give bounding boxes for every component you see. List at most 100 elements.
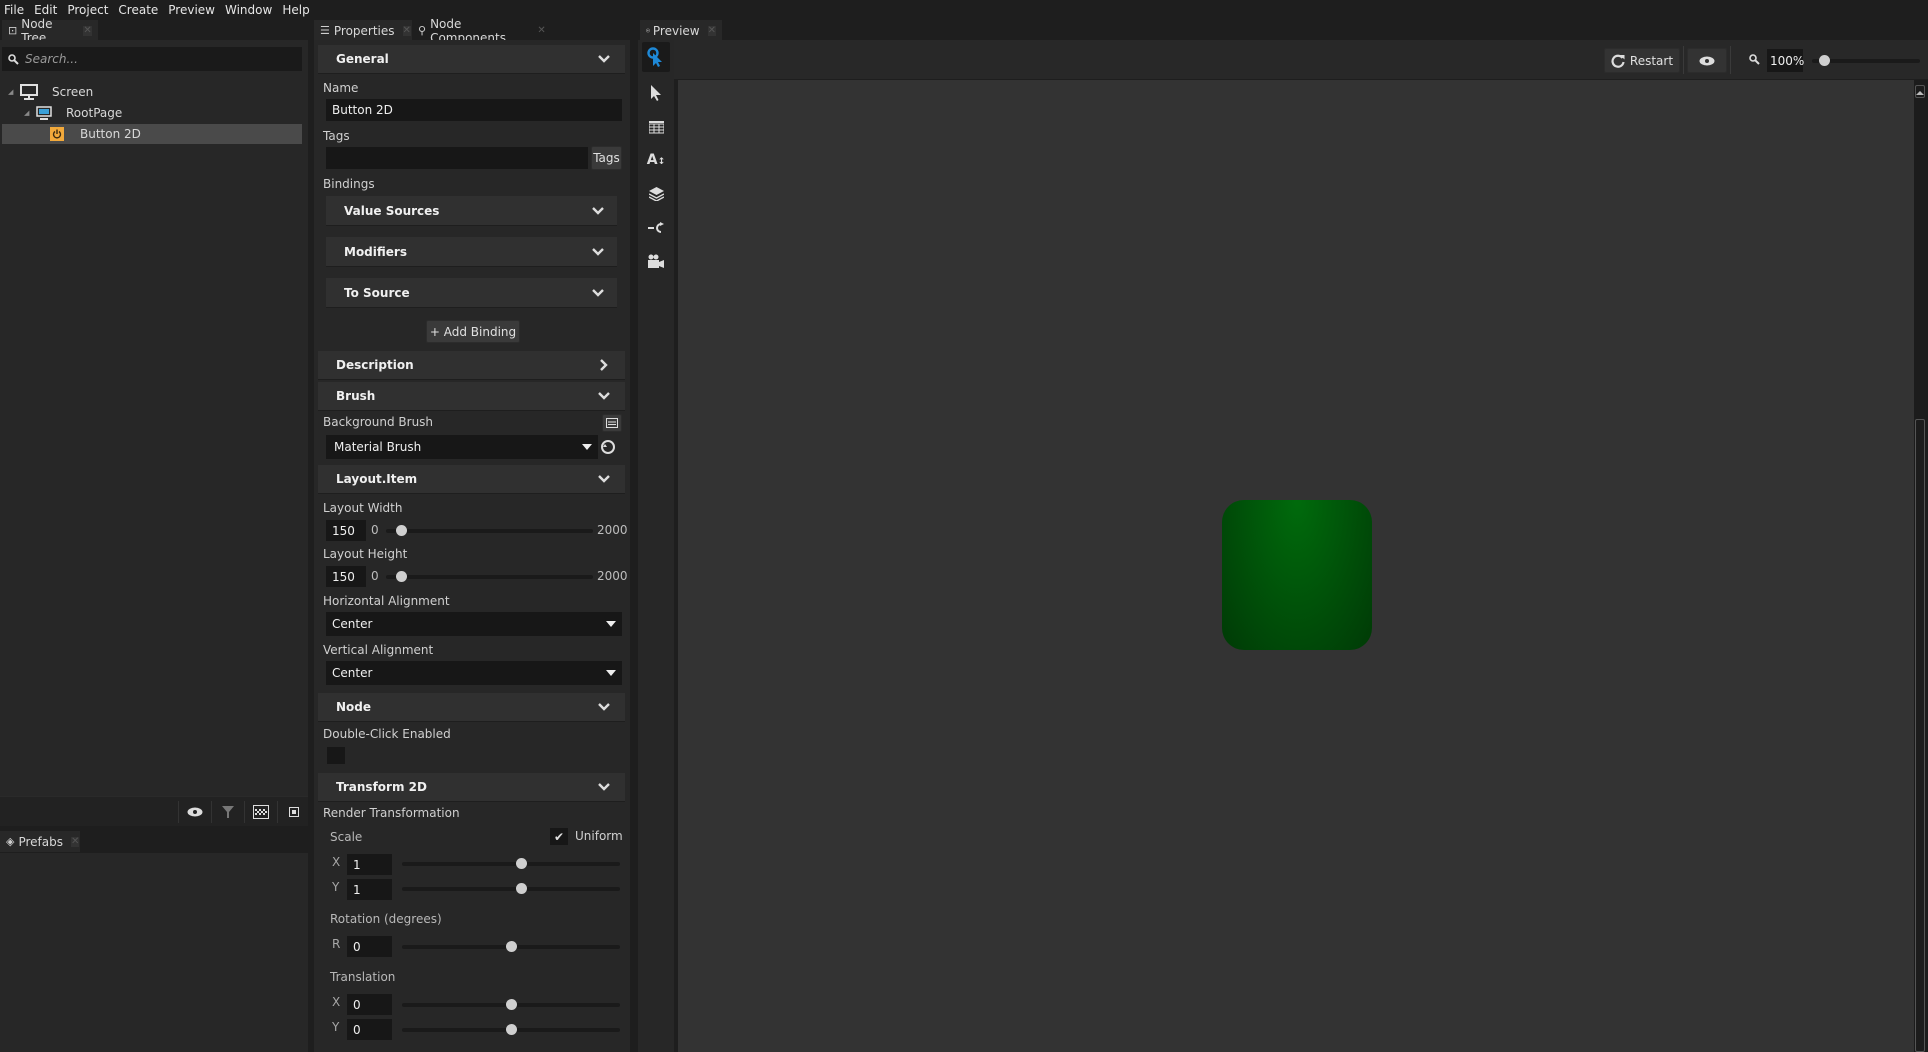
layout-height-slider[interactable] [386, 575, 593, 579]
layers-tool-button[interactable] [642, 179, 670, 209]
options-icon [288, 807, 299, 817]
menu-preview[interactable]: Preview [168, 3, 215, 17]
tab-node-tree[interactable]: ⊡ Node Tree ✕ [2, 17, 98, 45]
section-description[interactable]: Description [318, 351, 625, 380]
brush-editor-button[interactable] [602, 414, 622, 432]
axis-label: X [332, 855, 341, 869]
restart-button[interactable]: Restart [1604, 48, 1680, 73]
layout-height-input[interactable]: 150 [326, 566, 366, 587]
interact-tool-button[interactable] [642, 42, 670, 72]
render-transformation-label: Render Transformation [323, 806, 460, 820]
layout-width-slider[interactable] [386, 529, 593, 533]
section-title: General [336, 52, 389, 66]
menu-edit[interactable]: Edit [34, 3, 57, 17]
menu-window[interactable]: Window [225, 3, 272, 17]
tree-item-button-2d[interactable]: Button 2D [2, 124, 302, 144]
close-icon[interactable]: ✕ [707, 25, 716, 36]
axis-label: Y [332, 880, 340, 894]
rotation-input[interactable]: 0 [347, 936, 392, 957]
preview-button-2d[interactable] [1222, 500, 1372, 650]
range-min: 0 [371, 523, 379, 537]
scroll-up-button[interactable] [1915, 85, 1925, 98]
scale-x-slider[interactable] [402, 862, 620, 866]
tree-item-label: RootPage [66, 106, 123, 120]
tab-preview[interactable]: Preview ✕ [640, 20, 722, 41]
background-brush-label: Background Brush [323, 415, 434, 429]
zoom-level-input[interactable]: 100% [1767, 49, 1804, 72]
slider-thumb[interactable] [505, 999, 517, 1010]
vertical-scrollbar[interactable] [1914, 80, 1928, 1052]
name-input[interactable]: Button 2D [326, 99, 622, 121]
tab-node-components[interactable]: ⚲ Node Components ✕ [412, 17, 552, 45]
translation-x-input[interactable]: 0 [347, 994, 392, 1015]
section-node[interactable]: Node [318, 693, 625, 722]
node-tree-panel: Search... ◢ Screen ◢ RootPage Button 2D [0, 40, 308, 796]
tags-button[interactable]: Tags [591, 146, 622, 170]
scale-y-input[interactable]: 1 [347, 879, 392, 900]
subsection-modifiers[interactable]: Modifiers [326, 237, 617, 267]
close-icon[interactable]: ✕ [71, 836, 80, 847]
slider-thumb[interactable] [396, 571, 408, 582]
expand-triangle-icon[interactable]: ◢ [8, 88, 18, 96]
visibility-dropdown-button[interactable] [1687, 48, 1727, 73]
add-binding-button[interactable]: + Add Binding [426, 320, 520, 343]
uniform-checkbox[interactable]: ✔ [550, 828, 568, 845]
slider-thumb[interactable] [396, 525, 408, 536]
slider-thumb[interactable] [505, 941, 517, 952]
filter-button[interactable] [211, 801, 243, 823]
visibility-button[interactable] [178, 801, 210, 823]
section-transform-2d[interactable]: Transform 2D [318, 773, 625, 802]
close-icon[interactable]: ✕ [402, 25, 411, 36]
close-icon[interactable]: ✕ [83, 25, 92, 36]
preview-viewport[interactable] [678, 80, 1914, 1052]
close-icon[interactable]: ✕ [537, 25, 546, 36]
subsection-value-sources[interactable]: Value Sources [326, 196, 617, 226]
search-input[interactable]: Search... [2, 47, 302, 71]
camera-tool-button[interactable] [642, 246, 670, 276]
video-camera-icon [648, 254, 664, 268]
reset-icon[interactable] [600, 439, 616, 455]
scrollbar-thumb[interactable] [1915, 419, 1925, 1052]
vertical-alignment-dropdown[interactable]: Center [326, 661, 622, 685]
section-layout-item[interactable]: Layout.Item [318, 465, 625, 494]
double-click-checkbox[interactable] [327, 747, 345, 764]
table-tool-button[interactable] [642, 112, 670, 142]
menu-create[interactable]: Create [118, 3, 158, 17]
horizontal-alignment-dropdown[interactable]: Center [326, 612, 622, 636]
power-button-icon [50, 127, 64, 141]
slider-thumb[interactable] [516, 883, 528, 894]
expand-triangle-icon[interactable]: ◢ [24, 109, 34, 117]
menu-file[interactable]: File [4, 3, 24, 17]
tags-input[interactable] [326, 147, 588, 169]
flow-tool-button[interactable] [642, 213, 670, 243]
bindings-label: Bindings [323, 177, 375, 191]
section-brush[interactable]: Brush [318, 382, 625, 411]
slider-thumb[interactable] [1819, 55, 1831, 66]
menu-project[interactable]: Project [67, 3, 108, 17]
tab-prefabs[interactable]: ◈ Prefabs ✕ [0, 831, 80, 852]
editor-icon [606, 418, 618, 428]
select-tool-button[interactable] [642, 78, 670, 108]
menu-help[interactable]: Help [282, 3, 309, 17]
text-tool-button[interactable]: A↕ [642, 145, 670, 175]
scale-y-slider[interactable] [402, 887, 620, 891]
slider-thumb[interactable] [516, 858, 528, 869]
slider-thumb[interactable] [505, 1024, 517, 1035]
translation-label: Translation [330, 970, 396, 984]
scale-x-input[interactable]: 1 [347, 854, 392, 875]
tree-item-screen[interactable]: ◢ Screen [2, 82, 302, 102]
menu-bar: File Edit Project Create Preview Window … [0, 0, 1928, 20]
dropdown-arrow-icon [606, 670, 616, 676]
axis-label: X [332, 995, 341, 1009]
tree-item-rootpage[interactable]: ◢ RootPage [2, 103, 302, 123]
translation-y-input[interactable]: 0 [347, 1019, 392, 1040]
chevron-down-icon [598, 783, 610, 791]
horizontal-alignment-label: Horizontal Alignment [323, 594, 450, 608]
layout-width-input[interactable]: 150 [326, 520, 366, 541]
section-general[interactable]: General [318, 45, 625, 74]
options-button[interactable] [277, 801, 309, 823]
tab-properties[interactable]: ☰ Properties ✕ [314, 20, 412, 41]
background-brush-dropdown[interactable]: Material Brush [326, 435, 598, 459]
grid-toggle-button[interactable] [244, 801, 276, 823]
subsection-to-source[interactable]: To Source [326, 278, 617, 308]
